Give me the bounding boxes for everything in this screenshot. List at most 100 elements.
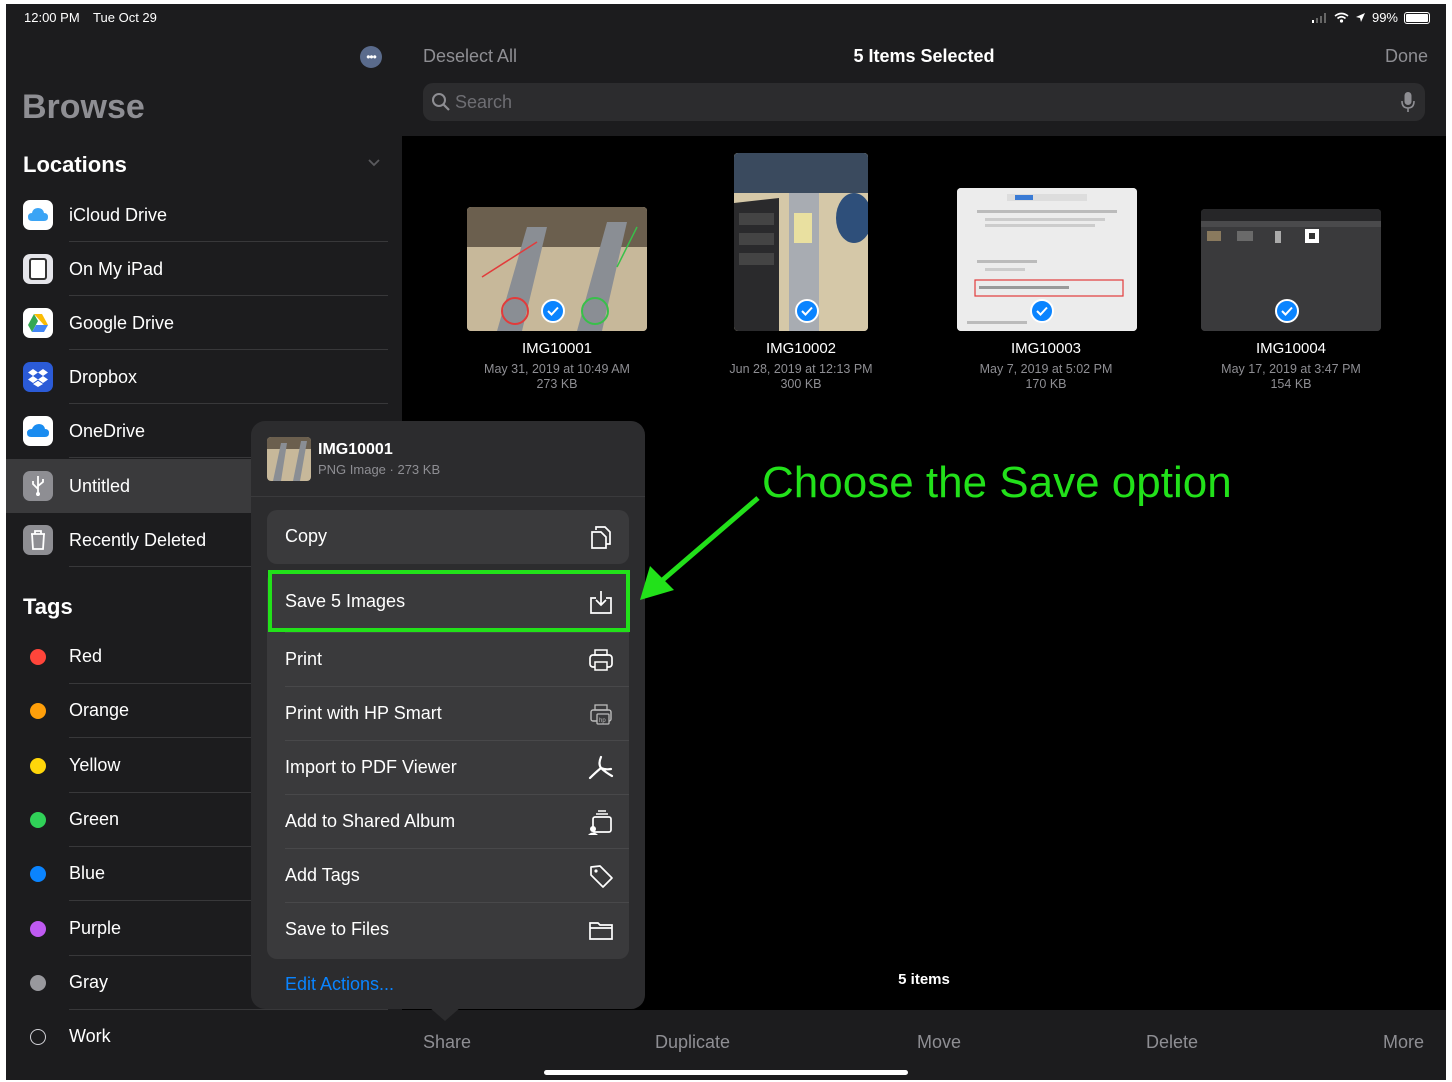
- share-file-info: PNG Image · 273 KB: [318, 462, 441, 477]
- add-shared-album-action[interactable]: Add to Shared Album: [267, 795, 629, 849]
- usb-icon: [23, 471, 53, 501]
- file-size: 170 KB: [1025, 377, 1067, 391]
- dropbox-icon: [23, 362, 53, 392]
- file-size: 154 KB: [1270, 377, 1312, 391]
- shared-album-icon: [588, 810, 612, 835]
- file-name: IMG10001: [521, 340, 593, 357]
- search-placeholder: Search: [455, 92, 513, 112]
- annotation-text: Choose the Save option: [762, 458, 1232, 507]
- google-drive-icon: [23, 308, 53, 338]
- edit-actions-link[interactable]: Edit Actions...: [285, 974, 394, 995]
- share-sheet: IMG10001 PNG Image · 273 KB Copy Save 5 …: [251, 421, 645, 1021]
- chevron-down-icon[interactable]: [368, 156, 380, 168]
- tag-color-dot-icon: [30, 649, 46, 665]
- action-label: Print: [285, 649, 323, 669]
- page-title: 5 Items Selected: [853, 46, 995, 66]
- sidebar-item-on-my-ipad[interactable]: On My iPad: [6, 242, 402, 296]
- sidebar-tag-label: Orange: [69, 700, 130, 721]
- share-sheet-header: IMG10001 PNG Image · 273 KB: [251, 421, 645, 497]
- print-action[interactable]: Print: [267, 633, 629, 687]
- copy-icon: [591, 526, 611, 549]
- sidebar-tag-label: Blue: [69, 863, 106, 884]
- done-button[interactable]: Done: [1385, 46, 1428, 67]
- file-date: May 31, 2019 at 10:49 AM: [484, 362, 630, 376]
- selected-check-icon[interactable]: [541, 299, 565, 323]
- browse-title: Browse: [22, 88, 145, 126]
- sidebar-tag-label: Work: [69, 1026, 111, 1047]
- status-bar-right: 99%: [1311, 10, 1430, 25]
- action-label: Add Tags: [285, 865, 360, 885]
- import-pdf-viewer-action[interactable]: Import to PDF Viewer: [267, 741, 629, 795]
- status-bar-left: 12:00 PM Tue Oct 29: [24, 10, 167, 25]
- file-name: IMG10002: [765, 340, 837, 357]
- tag-color-dot-icon: [30, 811, 46, 828]
- search-input[interactable]: Search: [423, 83, 1425, 121]
- tag-icon: [590, 865, 613, 888]
- action-group-copy: Copy: [267, 510, 629, 564]
- hp-smart-icon: hp: [590, 704, 612, 725]
- add-tags-action[interactable]: Add Tags: [267, 849, 629, 903]
- microphone-icon[interactable]: [1401, 91, 1415, 113]
- sidebar-item-label: On My iPad: [69, 258, 164, 279]
- duplicate-button[interactable]: Duplicate: [655, 1032, 730, 1053]
- sidebar-tag-label: Purple: [69, 917, 122, 938]
- status-time: 12:00 PM: [24, 10, 80, 25]
- sidebar-item-dropbox[interactable]: Dropbox: [6, 350, 402, 404]
- more-options-button[interactable]: •••: [360, 46, 382, 68]
- selected-check-icon[interactable]: [1275, 299, 1299, 323]
- pdf-viewer-icon: [588, 755, 614, 780]
- cellular-signal-icon: [1311, 12, 1326, 23]
- ipad-screen: 12:00 PM Tue Oct 29 ••• Browse Locations…: [6, 4, 1446, 1080]
- delete-button[interactable]: Delete: [1146, 1032, 1198, 1053]
- tag-color-dot-icon: [30, 1029, 46, 1046]
- sidebar-item-label: Google Drive: [69, 312, 175, 333]
- selected-check-icon[interactable]: [795, 299, 819, 323]
- home-indicator[interactable]: [544, 1070, 908, 1075]
- sidebar-item-label: OneDrive: [69, 420, 146, 441]
- sidebar-item-google-drive[interactable]: Google Drive: [6, 296, 402, 350]
- tag-color-dot-icon: [30, 703, 46, 720]
- annotation-arrow-icon: [640, 496, 760, 600]
- print-hp-smart-action[interactable]: Print with HP Smart hp: [267, 687, 629, 741]
- annotation-highlight-box: [268, 570, 630, 632]
- onedrive-icon: [23, 416, 53, 446]
- sidebar-tag-work[interactable]: Work: [6, 1010, 402, 1064]
- selected-check-icon[interactable]: [1030, 299, 1054, 323]
- copy-action[interactable]: Copy: [267, 510, 629, 564]
- file-date: May 17, 2019 at 3:47 PM: [1221, 362, 1361, 376]
- share-file-name: IMG10001: [318, 441, 393, 458]
- battery-percent: 99%: [1371, 10, 1398, 25]
- sidebar-item-label: Recently Deleted: [69, 529, 207, 550]
- sidebar-tag-label: Red: [69, 646, 103, 666]
- save-to-files-action[interactable]: Save to Files: [267, 903, 629, 957]
- more-button[interactable]: More: [1383, 1032, 1424, 1053]
- action-label: Save to Files: [285, 919, 390, 939]
- file-name: IMG10004: [1255, 340, 1327, 357]
- action-label: Import to PDF Viewer: [285, 757, 457, 777]
- locations-header[interactable]: Locations: [23, 152, 127, 178]
- sidebar-item-icloud-drive[interactable]: iCloud Drive: [6, 188, 402, 242]
- status-date: Tue Oct 29: [93, 10, 157, 25]
- tags-header[interactable]: Tags: [23, 594, 73, 620]
- sidebar-tag-label: Yellow: [69, 754, 121, 775]
- sidebar-tag-label: Gray: [69, 971, 109, 992]
- sidebar-item-label: iCloud Drive: [69, 204, 168, 225]
- file-date: Jun 28, 2019 at 12:13 PM: [729, 362, 873, 376]
- file-date: May 7, 2019 at 5:02 PM: [979, 362, 1113, 376]
- tag-color-dot-icon: [30, 974, 46, 991]
- location-arrow-icon: [1355, 13, 1365, 22]
- sidebar-item-label: Dropbox: [69, 366, 138, 387]
- printer-icon: [589, 649, 613, 671]
- wifi-icon: [1334, 12, 1349, 23]
- file-name: IMG10003: [1010, 340, 1082, 357]
- action-label: Print with HP Smart: [285, 703, 442, 723]
- file-size: 273 KB: [536, 377, 578, 391]
- svg-text:hp: hp: [599, 718, 606, 724]
- icloud-icon: [23, 200, 53, 230]
- tag-color-dot-icon: [30, 866, 46, 883]
- search-icon: [432, 93, 450, 111]
- share-button[interactable]: Share: [423, 1032, 471, 1053]
- move-button[interactable]: Move: [917, 1032, 961, 1053]
- ipad-icon: [23, 254, 53, 284]
- trash-icon: [23, 525, 53, 555]
